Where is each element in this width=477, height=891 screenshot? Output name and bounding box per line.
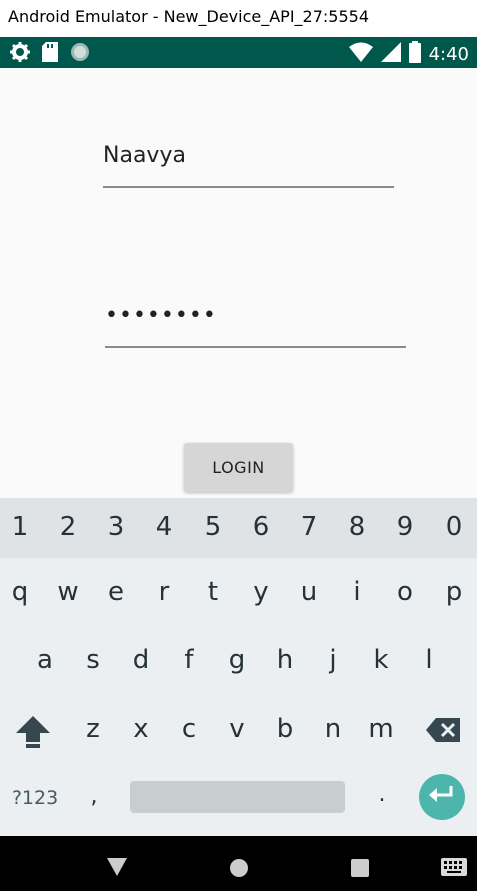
username-value: Naavya	[103, 143, 186, 168]
login-screen: Naavya •••••••• LOGIN	[0, 68, 477, 498]
letter-key-p[interactable]: p	[434, 577, 474, 607]
status-time: 4:40	[428, 44, 469, 65]
soft-keyboard: 1234567890 qwertyuiop asdfghjkl zxcvbnm ?12…	[0, 498, 477, 836]
number-key-3[interactable]: 3	[96, 512, 136, 542]
number-key-2[interactable]: 2	[48, 512, 88, 542]
letter-key-f[interactable]: f	[169, 645, 209, 675]
password-value: ••••••••	[105, 303, 217, 328]
letter-key-s[interactable]: s	[73, 645, 113, 675]
number-key-1[interactable]: 1	[0, 512, 40, 542]
window-title: Android Emulator - New_Device_API_27:555…	[8, 7, 370, 26]
space-key[interactable]	[130, 781, 345, 813]
battery-icon	[408, 41, 421, 68]
letter-key-u[interactable]: u	[289, 577, 329, 607]
letter-key-r[interactable]: r	[144, 577, 184, 607]
number-key-6[interactable]: 6	[241, 512, 281, 542]
letter-key-m[interactable]: m	[361, 714, 401, 744]
keyboard-switch-icon[interactable]	[441, 858, 467, 883]
wifi-icon	[348, 42, 373, 67]
symbols-key[interactable]: ?123	[10, 787, 60, 809]
letter-key-y[interactable]: y	[241, 577, 281, 607]
letter-key-k[interactable]: k	[361, 645, 401, 675]
letter-key-d[interactable]: d	[121, 645, 161, 675]
letter-key-e[interactable]: e	[96, 577, 136, 607]
password-input[interactable]: ••••••••	[105, 296, 406, 348]
number-key-8[interactable]: 8	[337, 512, 377, 542]
enter-icon	[429, 785, 455, 809]
letter-key-g[interactable]: g	[217, 645, 257, 675]
letter-key-a[interactable]: a	[25, 645, 65, 675]
letter-key-i[interactable]: i	[337, 577, 377, 607]
letter-key-t[interactable]: t	[193, 577, 233, 607]
letter-key-v[interactable]: v	[217, 714, 257, 744]
letter-key-l[interactable]: l	[409, 645, 449, 675]
enter-key[interactable]	[419, 774, 465, 820]
letter-key-o[interactable]: o	[385, 577, 425, 607]
letter-key-n[interactable]: n	[313, 714, 353, 744]
number-key-7[interactable]: 7	[289, 512, 329, 542]
login-button[interactable]: LOGIN	[184, 443, 293, 492]
number-key-4[interactable]: 4	[144, 512, 184, 542]
emulator-title-bar: Android Emulator - New_Device_API_27:555…	[0, 0, 477, 37]
username-input[interactable]: Naavya	[103, 130, 394, 188]
letter-key-w[interactable]: w	[48, 577, 88, 607]
sync-icon	[70, 42, 90, 67]
letter-key-h[interactable]: h	[265, 645, 305, 675]
letter-key-z[interactable]: z	[73, 714, 113, 744]
settings-icon	[10, 42, 30, 67]
comma-key[interactable]: ,	[74, 784, 114, 809]
cell-signal-icon	[380, 42, 401, 67]
status-bar: 4:40	[0, 37, 477, 68]
navigation-bar	[0, 836, 477, 891]
sd-card-icon	[42, 42, 58, 67]
letter-key-c[interactable]: c	[169, 714, 209, 744]
backspace-icon[interactable]	[426, 718, 460, 747]
recents-icon[interactable]	[351, 859, 369, 882]
number-key-0[interactable]: 0	[434, 512, 474, 542]
number-key-9[interactable]: 9	[385, 512, 425, 542]
number-key-5[interactable]: 5	[193, 512, 233, 542]
home-icon[interactable]	[229, 858, 249, 883]
shift-icon[interactable]	[16, 716, 50, 753]
letter-key-q[interactable]: q	[0, 577, 40, 607]
letter-key-x[interactable]: x	[121, 714, 161, 744]
period-key[interactable]: .	[362, 782, 402, 807]
back-icon[interactable]	[107, 858, 127, 881]
letter-key-b[interactable]: b	[265, 714, 305, 744]
letter-key-j[interactable]: j	[313, 645, 353, 675]
